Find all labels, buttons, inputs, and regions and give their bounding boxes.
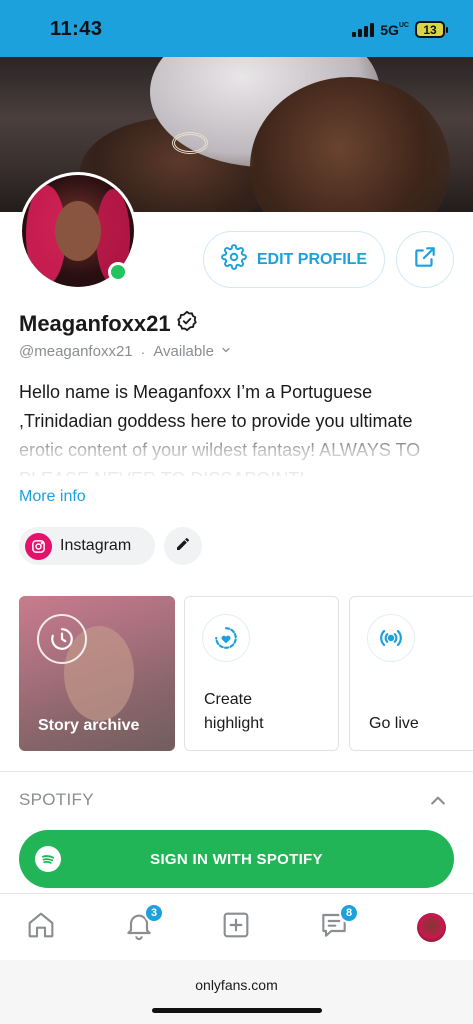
instagram-link[interactable]: Instagram (19, 527, 155, 565)
nav-avatar (416, 912, 446, 942)
spotify-icon (35, 846, 61, 872)
username-handle: @meaganfoxx21 (19, 343, 133, 360)
nav-new-post[interactable] (219, 910, 253, 944)
instagram-icon (25, 532, 52, 560)
nav-messages[interactable]: 8 (317, 903, 359, 944)
display-name: Meaganfoxx21 (19, 311, 171, 336)
clock-icon (37, 614, 87, 664)
browser-url-bar[interactable]: onlyfans.com (0, 960, 473, 1024)
live-icon (367, 614, 415, 662)
handle-row: @meaganfoxx21 · Available (19, 343, 232, 360)
bottom-nav: 3 8 (0, 894, 473, 960)
pencil-icon (175, 536, 191, 557)
home-indicator[interactable] (152, 1008, 322, 1013)
signal-icon (352, 22, 375, 37)
gear-icon (221, 244, 247, 275)
edit-socials-button[interactable] (164, 527, 202, 565)
status-indicators: 5GUC 13 (352, 21, 448, 38)
chevron-up-icon[interactable] (427, 791, 449, 816)
verified-icon (176, 310, 198, 338)
create-highlight-label: Create highlight (204, 691, 264, 732)
share-icon (412, 244, 438, 275)
create-highlight-card[interactable]: Create highlight (184, 596, 339, 751)
notifications-badge: 3 (144, 903, 164, 923)
availability-label: Available (153, 343, 214, 360)
nav-profile[interactable] (414, 910, 448, 944)
heart-icon (202, 614, 250, 662)
spotify-signin-button[interactable]: SIGN IN WITH SPOTIFY (19, 830, 454, 888)
availability-dropdown[interactable]: Available (153, 343, 232, 360)
network-label: 5GUC (380, 21, 409, 38)
separator-dot: · (140, 343, 146, 360)
online-status-dot (108, 262, 128, 282)
instagram-label: Instagram (60, 537, 132, 554)
status-bar: 11:43 5GUC 13 (0, 0, 473, 57)
edit-profile-label: EDIT PROFILE (256, 250, 368, 268)
chevron-down-icon (220, 343, 232, 360)
go-live-label: Go live (369, 715, 419, 732)
bio-fade (0, 425, 473, 485)
story-archive-card[interactable]: Story archive (19, 596, 175, 751)
nav-notifications[interactable]: 3 (122, 903, 164, 944)
more-info-link[interactable]: More info (19, 488, 86, 506)
status-time: 11:43 (50, 18, 103, 40)
story-archive-label: Story archive (38, 717, 140, 734)
profile-name: Meaganfoxx21 (19, 310, 198, 338)
nav-home[interactable] (24, 910, 58, 944)
spotify-signin-label: SIGN IN WITH SPOTIFY (150, 850, 323, 868)
spotify-section-title: SPOTIFY (19, 790, 94, 809)
home-icon (25, 909, 57, 946)
battery-icon: 13 (415, 21, 448, 38)
section-divider (0, 771, 473, 772)
share-button[interactable] (396, 231, 454, 288)
go-live-card[interactable]: Go live (349, 596, 473, 751)
url-text: onlyfans.com (195, 977, 278, 993)
edit-profile-button[interactable]: EDIT PROFILE (203, 231, 385, 288)
plus-square-icon (220, 909, 252, 946)
messages-badge: 8 (339, 903, 359, 923)
